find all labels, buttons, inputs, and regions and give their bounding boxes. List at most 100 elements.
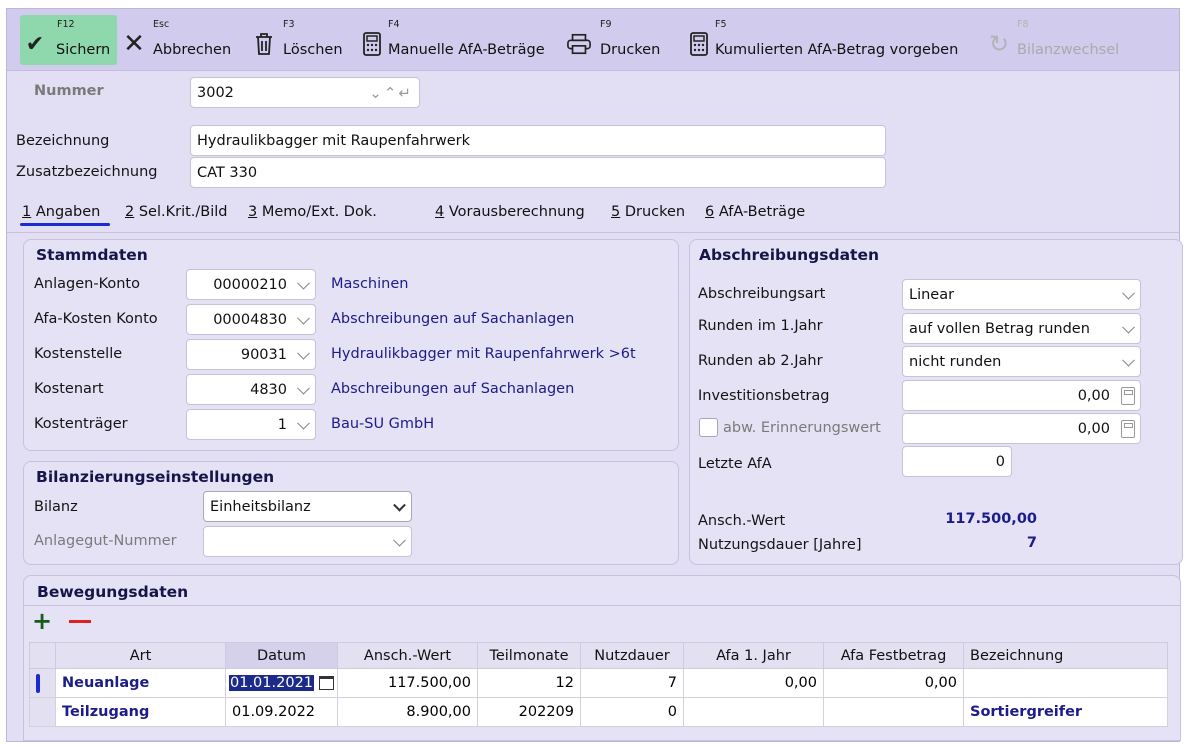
- chevron-down-icon: [297, 346, 310, 360]
- erinnerungswert-label: abw. Erinnerungswert: [723, 420, 881, 436]
- zusatz-label: Zusatzbezeichnung: [16, 164, 158, 180]
- chevron-down-icon: [1122, 320, 1135, 334]
- calculator-icon: [1121, 419, 1135, 438]
- column-header[interactable]: Art: [55, 642, 226, 669]
- runden1-label: Runden im 1.Jahr: [698, 318, 823, 334]
- ansch-wert-value: 117.500,00: [945, 511, 1037, 527]
- tab-drucken[interactable]: 5 Drucken: [611, 204, 685, 220]
- abschreibungsart-select[interactable]: Linear: [902, 279, 1141, 310]
- chevron-down-icon: [1122, 286, 1135, 300]
- tab-vorausberechnung[interactable]: 4 Vorausberechnung: [435, 204, 585, 220]
- kostentraeger-label: Kostenträger: [34, 416, 128, 432]
- bilanz-label: Bilanz: [34, 499, 78, 515]
- table-header: Art Datum Ansch.-Wert Teilmonate Nutzdau…: [29, 642, 1168, 669]
- tab-memo[interactable]: 3 Memo/Ext. Dok.: [248, 204, 377, 220]
- delete-button[interactable]: F3 Löschen: [249, 15, 347, 65]
- bezeichnung-label: Bezeichnung: [16, 133, 110, 149]
- active-tab-indicator: [20, 223, 110, 226]
- runden2-label: Runden ab 2.Jahr: [698, 353, 823, 369]
- runden1-select[interactable]: auf vollen Betrag runden: [902, 313, 1141, 344]
- anlagen-konto-label: Anlagen-Konto: [34, 276, 140, 292]
- tab-sel-krit[interactable]: 2 Sel.Krit./Bild: [125, 204, 228, 220]
- chevron-down-icon: [297, 416, 310, 430]
- printer-icon: [567, 31, 591, 57]
- erinnerungswert-field[interactable]: 0,00: [902, 413, 1141, 444]
- afa-kosten-konto-select[interactable]: 00004830: [186, 304, 316, 335]
- tab-angaben[interactable]: 1 Angaben: [22, 204, 100, 220]
- anlagen-konto-select[interactable]: 00000210: [186, 269, 316, 300]
- table-row[interactable]: Neuanlage 01.01.2021 117.500,00 12 7 0,0…: [29, 668, 1168, 698]
- cancel-button[interactable]: ✕ Esc Abbrechen: [119, 15, 241, 65]
- kostenart-desc: Abschreibungen auf Sachanlagen: [331, 381, 575, 397]
- investitionsbetrag-label: Investitionsbetrag: [698, 388, 830, 404]
- column-header[interactable]: Teilmonate: [477, 642, 581, 669]
- bewegung-table: Art Datum Ansch.-Wert Teilmonate Nutzdau…: [29, 642, 1168, 727]
- kostenart-select[interactable]: 4830: [186, 374, 316, 405]
- add-row-icon[interactable]: +: [32, 609, 52, 633]
- chevron-down-icon: [297, 311, 310, 325]
- divider: [23, 605, 1181, 606]
- cumulative-afa-button[interactable]: F5 Kumulierten AfA-Betrag vorgeben: [684, 15, 979, 65]
- balance-change-button[interactable]: ↻ F8 Bilanzwechsel: [984, 15, 1124, 65]
- row-indicator-header: [29, 642, 56, 669]
- toolbar: ✔ F12 Sichern ✕ Esc Abbrechen F3 Löschen…: [7, 9, 1179, 71]
- column-header[interactable]: Datum: [225, 642, 338, 669]
- table-row[interactable]: Teilzugang 01.09.2022 8.900,00 202209 0 …: [29, 697, 1168, 727]
- column-header[interactable]: Nutzdauer: [580, 642, 684, 669]
- print-button[interactable]: F9 Drucken: [564, 15, 664, 65]
- chevron-down-icon: [1122, 353, 1135, 367]
- letzte-afa-label: Letzte AfA: [698, 456, 772, 472]
- calculator-icon: [687, 31, 711, 57]
- chevron-down-icon: [297, 381, 310, 395]
- kostentraeger-select[interactable]: 1: [186, 409, 316, 440]
- column-header[interactable]: Ansch.-Wert: [337, 642, 478, 669]
- nummer-value: 3002: [197, 84, 234, 101]
- erinnerungswert-checkbox[interactable]: [699, 418, 718, 437]
- bezeichnung-field[interactable]: Hydraulikbagger mit Raupenfahrwerk: [190, 125, 886, 156]
- date-cell[interactable]: 01.01.2021: [225, 668, 338, 698]
- bewegung-title: Bewegungsdaten: [37, 583, 189, 601]
- zusatz-field[interactable]: CAT 330: [190, 157, 886, 188]
- manual-afa-button[interactable]: F4 Manuelle AfA-Beträge: [357, 15, 562, 65]
- chevron-down-icon: [297, 276, 310, 290]
- stammdaten-title: Stammdaten: [36, 246, 148, 264]
- divider: [7, 232, 1179, 233]
- letzte-afa-field[interactable]: 0: [902, 446, 1012, 477]
- nummer-field[interactable]: 3002 ⌄⌃↵: [190, 77, 420, 108]
- anlagegut-label: Anlagegut-Nummer: [34, 533, 177, 549]
- close-icon: ✕: [123, 29, 145, 59]
- remove-row-icon[interactable]: [69, 620, 91, 623]
- bilanz-select[interactable]: Einheitsbilanz: [203, 491, 412, 522]
- kostenstelle-label: Kostenstelle: [34, 346, 123, 362]
- row-indicator: [29, 668, 56, 698]
- column-header[interactable]: Afa Festbetrag: [823, 642, 964, 669]
- calculator-icon: [1121, 386, 1135, 405]
- trash-icon: [252, 31, 276, 57]
- kostentraeger-desc: Bau-SU GmbH: [331, 416, 435, 432]
- window: ✔ F12 Sichern ✕ Esc Abbrechen F3 Löschen…: [6, 8, 1183, 742]
- refresh-icon: ↻: [988, 30, 1010, 58]
- anlagen-konto-desc: Maschinen: [331, 276, 409, 292]
- afa-kosten-konto-label: Afa-Kosten Konto: [34, 311, 158, 327]
- checkmark-icon: ✔: [25, 31, 45, 57]
- nutzungsdauer-value: 7: [1026, 535, 1037, 551]
- nav-arrows-icon[interactable]: ⌄⌃↵: [369, 84, 413, 102]
- row-indicator: [29, 697, 56, 727]
- abschreibung-title: Abschreibungsdaten: [699, 246, 880, 264]
- nutzungsdauer-label: Nutzungsdauer [Jahre]: [698, 537, 862, 553]
- kostenstelle-desc: Hydraulikbagger mit Raupenfahrwerk >6t: [331, 346, 636, 362]
- anlagegut-select[interactable]: [203, 526, 412, 557]
- column-header[interactable]: Bezeichnung: [963, 642, 1168, 669]
- save-button[interactable]: ✔ F12 Sichern: [20, 15, 117, 65]
- kostenart-label: Kostenart: [34, 381, 104, 397]
- investitionsbetrag-field[interactable]: 0,00: [902, 380, 1141, 411]
- chevron-down-icon: [393, 498, 406, 512]
- runden2-select[interactable]: nicht runden: [902, 346, 1141, 377]
- bilanz-title: Bilanzierungseinstellungen: [36, 468, 275, 486]
- ansch-wert-label: Ansch.-Wert: [698, 513, 786, 529]
- abschreibungsart-label: Abschreibungsart: [698, 286, 826, 302]
- column-header[interactable]: Afa 1. Jahr: [683, 642, 824, 669]
- calendar-icon[interactable]: [318, 676, 334, 690]
- kostenstelle-select[interactable]: 90031: [186, 339, 316, 370]
- tab-afa-betraege[interactable]: 6 AfA-Beträge: [705, 204, 805, 220]
